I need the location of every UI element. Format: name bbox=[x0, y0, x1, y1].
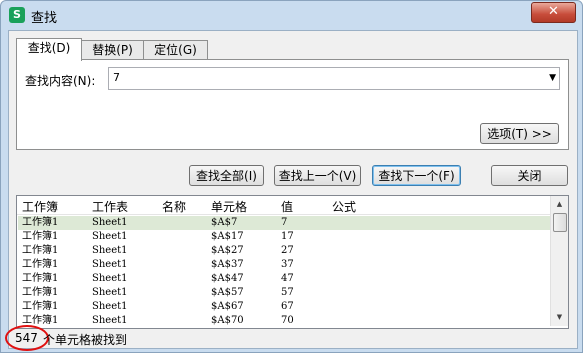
table-row[interactable]: 工作簿1 Sheet1 $A$7 7 bbox=[18, 216, 550, 230]
table-row[interactable]: 工作簿1 Sheet1 $A$47 47 bbox=[18, 272, 550, 286]
cell-value: 67 bbox=[281, 301, 294, 312]
column-header-cell[interactable]: 单元格 bbox=[211, 198, 247, 215]
cell-address: $A$57 bbox=[211, 287, 244, 298]
column-header-sheet[interactable]: 工作表 bbox=[92, 198, 128, 215]
table-row[interactable]: 工作簿1 Sheet1 $A$37 37 bbox=[18, 258, 550, 272]
find-what-value[interactable]: 7 bbox=[113, 71, 120, 84]
table-row[interactable]: 工作簿1 Sheet1 $A$70 70 bbox=[18, 314, 550, 328]
scrollbar-thumb[interactable] bbox=[553, 213, 567, 232]
cell-workbook: 工作簿1 bbox=[22, 245, 59, 256]
cell-workbook: 工作簿1 bbox=[22, 301, 59, 312]
cell-value: 70 bbox=[281, 315, 294, 326]
scroll-down-icon[interactable]: ▼ bbox=[552, 310, 567, 325]
table-row[interactable]: 工作簿1 Sheet1 $A$57 57 bbox=[18, 286, 550, 300]
status-bar: 547 个单元格被找到 bbox=[5, 325, 577, 351]
table-row[interactable]: 工作簿1 Sheet1 $A$17 17 bbox=[18, 230, 550, 244]
window-close-button[interactable]: ✕ bbox=[531, 2, 576, 23]
tab-replace[interactable]: 替换(P) bbox=[80, 40, 145, 60]
find-what-label: 查找内容(N): bbox=[25, 74, 96, 88]
close-button[interactable]: 关闭 bbox=[491, 165, 568, 186]
results-header: 工作簿 工作表 名称 单元格 值 公式 bbox=[17, 196, 550, 215]
cell-sheet: Sheet1 bbox=[92, 315, 128, 326]
cell-value: 27 bbox=[281, 245, 294, 256]
window-title: 查找 bbox=[31, 11, 58, 26]
cell-value: 57 bbox=[281, 287, 294, 298]
cell-address: $A$70 bbox=[211, 315, 244, 326]
cell-sheet: Sheet1 bbox=[92, 287, 128, 298]
find-tab-panel: 查找内容(N): 7 ▼ 选项(T) >> bbox=[16, 59, 569, 150]
cell-value: 37 bbox=[281, 259, 294, 270]
title-bar[interactable]: S 查找 ✕ bbox=[1, 1, 582, 29]
find-previous-button[interactable]: 查找上一个(V) bbox=[274, 165, 361, 186]
tab-find[interactable]: 查找(D) bbox=[16, 38, 82, 61]
cell-sheet: Sheet1 bbox=[92, 273, 128, 284]
tab-goto[interactable]: 定位(G) bbox=[143, 40, 208, 60]
column-header-value[interactable]: 值 bbox=[281, 198, 293, 215]
cell-address: $A$67 bbox=[211, 301, 244, 312]
cell-sheet: Sheet1 bbox=[92, 217, 128, 228]
cell-workbook: 工作簿1 bbox=[22, 217, 59, 228]
column-header-workbook[interactable]: 工作簿 bbox=[22, 198, 58, 215]
cell-workbook: 工作簿1 bbox=[22, 259, 59, 270]
found-count-label: 个单元格被找到 bbox=[43, 333, 128, 347]
cell-address: $A$37 bbox=[211, 259, 244, 270]
chevron-down-icon[interactable]: ▼ bbox=[549, 69, 556, 87]
cell-sheet: Sheet1 bbox=[92, 245, 128, 256]
cell-workbook: 工作簿1 bbox=[22, 231, 59, 242]
find-dialog: S 查找 ✕ 查找(D) 替换(P) 定位(G) 查找内容(N): 7 ▼ 选项… bbox=[0, 0, 583, 353]
table-row[interactable]: 工作簿1 Sheet1 $A$67 67 bbox=[18, 300, 550, 314]
dialog-body: 查找(D) 替换(P) 定位(G) 查找内容(N): 7 ▼ 选项(T) >> … bbox=[5, 30, 578, 351]
find-next-button[interactable]: 查找下一个(F) bbox=[372, 165, 461, 186]
cell-sheet: Sheet1 bbox=[92, 301, 128, 312]
cell-workbook: 工作簿1 bbox=[22, 287, 59, 298]
cell-value: 17 bbox=[281, 231, 294, 242]
app-logo-icon: S bbox=[9, 7, 25, 23]
column-header-formula[interactable]: 公式 bbox=[332, 198, 356, 215]
cell-sheet: Sheet1 bbox=[92, 231, 128, 242]
cell-sheet: Sheet1 bbox=[92, 259, 128, 270]
cell-value: 47 bbox=[281, 273, 294, 284]
table-row[interactable]: 工作簿1 Sheet1 $A$27 27 bbox=[18, 244, 550, 258]
column-header-name[interactable]: 名称 bbox=[162, 198, 186, 215]
cell-address: $A$17 bbox=[211, 231, 244, 242]
cell-address: $A$47 bbox=[211, 273, 244, 284]
cell-address: $A$7 bbox=[211, 217, 238, 228]
results-scrollbar[interactable]: ▲ ▼ bbox=[550, 196, 568, 326]
results-list[interactable]: 工作簿 工作表 名称 单元格 值 公式 工作簿1 Sheet1 $A$7 7 工… bbox=[16, 195, 569, 329]
cell-value: 7 bbox=[281, 217, 288, 228]
find-all-button[interactable]: 查找全部(I) bbox=[189, 165, 264, 186]
find-what-combobox[interactable]: 7 ▼ bbox=[108, 67, 560, 90]
cell-workbook: 工作簿1 bbox=[22, 273, 59, 284]
options-button[interactable]: 选项(T) >> bbox=[480, 123, 559, 144]
scroll-up-icon[interactable]: ▲ bbox=[552, 197, 567, 212]
cell-address: $A$27 bbox=[211, 245, 244, 256]
